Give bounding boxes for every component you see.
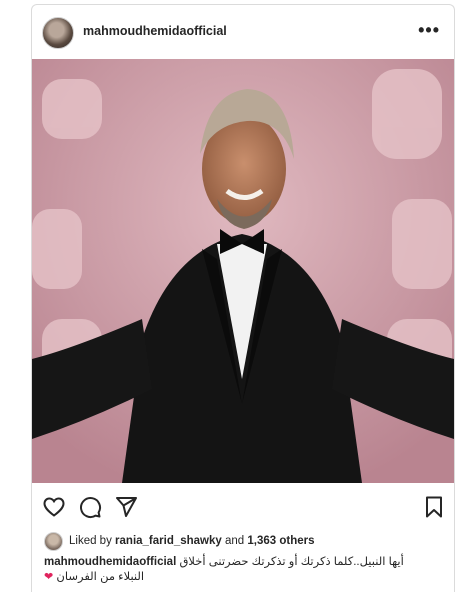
liker-avatar[interactable] bbox=[44, 531, 63, 551]
liked-prefix: Liked by bbox=[69, 535, 112, 547]
post-actions bbox=[32, 483, 454, 531]
share-icon[interactable] bbox=[114, 495, 138, 524]
more-icon[interactable]: ••• bbox=[418, 21, 440, 39]
heart-icon[interactable] bbox=[42, 495, 66, 524]
comment-icon[interactable] bbox=[78, 495, 102, 524]
post-username[interactable]: mahmoudhemidaofficial bbox=[83, 24, 227, 38]
user-avatar[interactable] bbox=[42, 17, 74, 49]
post-card: mahmoudhemidaofficial ••• Liked by rania… bbox=[31, 4, 455, 592]
likes-row: Liked by rania_farid_shawky and 1,363 ot… bbox=[44, 531, 315, 551]
heart-emoji-icon: ❤ bbox=[44, 571, 54, 583]
caption-username[interactable]: mahmoudhemidaofficial bbox=[44, 556, 176, 568]
caption-text-line2: النبلاء من الفرسان bbox=[56, 571, 145, 583]
liked-and: and bbox=[225, 535, 245, 547]
post-caption: mahmoudhemidaofficial أيها النبيل..كلما … bbox=[44, 555, 444, 585]
bookmark-icon[interactable] bbox=[422, 495, 446, 524]
liked-user-link[interactable]: rania_farid_shawky bbox=[115, 535, 222, 547]
caption-text: أيها النبيل..كلما ذكرتك أو تذكرتك حضرتنى… bbox=[179, 556, 404, 568]
post-header: mahmoudhemidaofficial ••• bbox=[32, 5, 454, 59]
post-photo[interactable] bbox=[32, 59, 454, 483]
liked-count-link[interactable]: 1,363 others bbox=[247, 535, 314, 547]
